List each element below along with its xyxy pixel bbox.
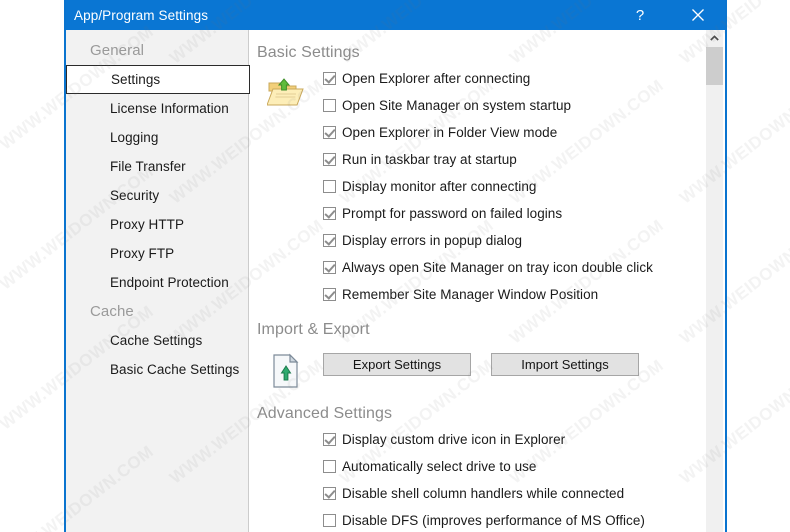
- checkbox-label: Disable DFS (improves performance of MS …: [342, 512, 645, 528]
- checkbox-box[interactable]: [323, 287, 336, 301]
- title-bar: App/Program Settings ?: [66, 0, 725, 30]
- checkbox-open-explorer-in-folder-view-mode[interactable]: Open Explorer in Folder View mode: [323, 120, 725, 144]
- sidebar-item-label: File Transfer: [110, 159, 186, 174]
- checkbox-box[interactable]: [323, 459, 336, 473]
- scrollbar-thumb[interactable]: [706, 47, 723, 85]
- checkbox-label: Open Explorer after connecting: [342, 70, 531, 86]
- basic-settings-section: Open Explorer after connecting Open Site…: [249, 66, 725, 309]
- basic-settings-options: Open Explorer after connecting Open Site…: [323, 66, 725, 309]
- checkbox-label: Prompt for password on failed logins: [342, 205, 563, 221]
- sidebar-item-label: Logging: [110, 130, 159, 145]
- checkbox-disable-shell-column-handlers-while-connected[interactable]: Disable shell column handlers while conn…: [323, 481, 725, 505]
- checkbox-open-explorer-after-connecting[interactable]: Open Explorer after connecting: [323, 66, 725, 90]
- nav-group-cache-title: Cache: [90, 303, 134, 320]
- checkbox-box[interactable]: [323, 513, 336, 527]
- checkbox-prompt-for-password-on-failed-logins[interactable]: Prompt for password on failed logins: [323, 201, 725, 225]
- checkbox-always-open-site-manager-on-tray-icon-double-click[interactable]: Always open Site Manager on tray icon do…: [323, 255, 725, 279]
- checkbox-label: Display custom drive icon in Explorer: [342, 431, 566, 447]
- advanced-settings-section: Display custom drive icon in Explorer Au…: [249, 427, 725, 532]
- basic-settings-title: Basic Settings: [257, 44, 360, 61]
- import-export-icon-column: [249, 343, 323, 389]
- sidebar-item-label: License Information: [110, 101, 229, 116]
- checkbox-label: Display monitor after connecting: [342, 178, 537, 194]
- sidebar-item-endpoint-protection[interactable]: Endpoint Protection: [66, 268, 248, 297]
- content-scrollbar[interactable]: [706, 30, 723, 532]
- document-upload-icon: [270, 353, 302, 389]
- scrollbar-track[interactable]: [706, 85, 723, 532]
- checkbox-label: Display errors in popup dialog: [342, 232, 523, 248]
- import-settings-button[interactable]: Import Settings: [491, 353, 639, 376]
- sidebar-item-label: Basic Cache Settings: [110, 362, 240, 377]
- checkbox-label: Automatically select drive to use: [342, 458, 537, 474]
- settings-sidebar: General Settings License Information Log…: [66, 30, 250, 532]
- window-title: App/Program Settings: [74, 7, 209, 23]
- checkbox-label: Always open Site Manager on tray icon do…: [342, 259, 653, 275]
- checkbox-run-in-taskbar-tray-at-startup[interactable]: Run in taskbar tray at startup: [323, 147, 725, 171]
- sidebar-item-label: Settings: [111, 72, 161, 87]
- sidebar-item-proxy-http[interactable]: Proxy HTTP: [66, 210, 248, 239]
- sidebar-item-cache-settings[interactable]: Cache Settings: [66, 326, 248, 355]
- help-button[interactable]: ?: [617, 0, 663, 30]
- sidebar-item-label: Security: [110, 188, 160, 203]
- checkbox-disable-dfs[interactable]: Disable DFS (improves performance of MS …: [323, 508, 725, 532]
- checkbox-box[interactable]: [323, 233, 336, 247]
- checkbox-remember-site-manager-window-position[interactable]: Remember Site Manager Window Position: [323, 282, 725, 306]
- sidebar-item-label: Proxy FTP: [110, 246, 175, 261]
- sidebar-item-license-information[interactable]: License Information: [66, 94, 248, 123]
- scroll-up-button[interactable]: [706, 30, 723, 47]
- open-folder-upload-icon: [266, 76, 305, 110]
- checkbox-box[interactable]: [323, 152, 336, 166]
- sidebar-item-proxy-ftp[interactable]: Proxy FTP: [66, 239, 248, 268]
- checkbox-label: Open Explorer in Folder View mode: [342, 124, 558, 140]
- checkbox-box[interactable]: [323, 432, 336, 446]
- close-icon: [691, 8, 705, 22]
- checkbox-label: Remember Site Manager Window Position: [342, 286, 599, 302]
- export-settings-button[interactable]: Export Settings: [323, 353, 471, 376]
- checkbox-label: Open Site Manager on system startup: [342, 97, 572, 113]
- checkbox-open-site-manager-on-system-startup[interactable]: Open Site Manager on system startup: [323, 93, 725, 117]
- checkbox-display-custom-drive-icon-in-explorer[interactable]: Display custom drive icon in Explorer: [323, 427, 725, 451]
- chevron-up-icon: [710, 35, 719, 42]
- checkbox-box[interactable]: [323, 486, 336, 500]
- checkbox-automatically-select-drive-to-use[interactable]: Automatically select drive to use: [323, 454, 725, 478]
- settings-window: App/Program Settings ? General Settings …: [64, 0, 727, 532]
- advanced-settings-title: Advanced Settings: [257, 405, 393, 422]
- checkbox-box[interactable]: [323, 206, 336, 220]
- import-export-actions: Export Settings Import Settings: [323, 343, 725, 376]
- sidebar-item-settings[interactable]: Settings: [66, 65, 250, 94]
- sidebar-item-label: Cache Settings: [110, 333, 203, 348]
- checkbox-box[interactable]: [323, 71, 336, 85]
- nav-group-general-title: General: [90, 42, 145, 59]
- sidebar-item-security[interactable]: Security: [66, 181, 248, 210]
- basic-settings-icon-column: [249, 66, 323, 110]
- question-mark-icon: ?: [635, 6, 645, 24]
- advanced-settings-icon-column: [249, 427, 323, 437]
- checkbox-box[interactable]: [323, 260, 336, 274]
- checkbox-box[interactable]: [323, 125, 336, 139]
- close-button[interactable]: [675, 0, 721, 30]
- settings-content-pane: Basic Settings Open Explorer after conne…: [249, 30, 725, 532]
- window-body: General Settings License Information Log…: [66, 30, 725, 532]
- sidebar-item-logging[interactable]: Logging: [66, 123, 248, 152]
- checkbox-box[interactable]: [323, 98, 336, 112]
- import-export-section: Export Settings Import Settings: [249, 343, 725, 389]
- checkbox-display-errors-in-popup-dialog[interactable]: Display errors in popup dialog: [323, 228, 725, 252]
- checkbox-label: Run in taskbar tray at startup: [342, 151, 517, 167]
- sidebar-item-label: Endpoint Protection: [110, 275, 229, 290]
- sidebar-item-file-transfer[interactable]: File Transfer: [66, 152, 248, 181]
- advanced-settings-options: Display custom drive icon in Explorer Au…: [323, 427, 725, 532]
- sidebar-item-basic-cache-settings[interactable]: Basic Cache Settings: [66, 355, 248, 384]
- import-export-title: Import & Export: [257, 321, 370, 338]
- checkbox-label: Disable shell column handlers while conn…: [342, 485, 625, 501]
- checkbox-box[interactable]: [323, 179, 336, 193]
- checkbox-display-monitor-after-connecting[interactable]: Display monitor after connecting: [323, 174, 725, 198]
- sidebar-item-label: Proxy HTTP: [110, 217, 185, 232]
